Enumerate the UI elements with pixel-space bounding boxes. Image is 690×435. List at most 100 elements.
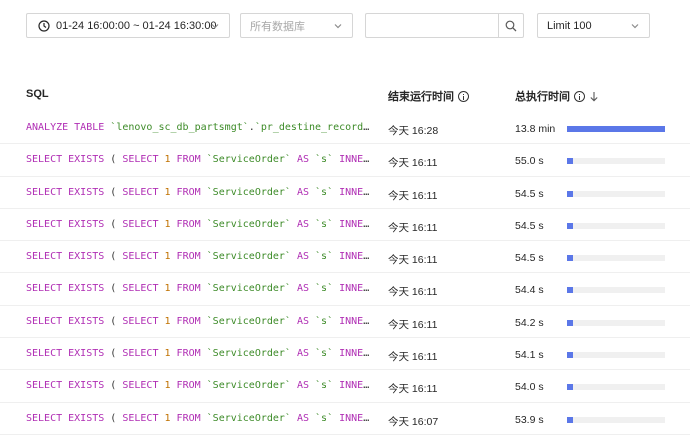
table-row[interactable]: SELECT EXISTS ( SELECT 1 FROM `ServiceOr… — [0, 370, 690, 403]
info-circle-icon[interactable] — [458, 90, 469, 102]
table-row[interactable]: SELECT EXISTS ( SELECT 1 FROM `ServiceOr… — [0, 144, 690, 177]
limit-select[interactable]: Limit 100 — [537, 13, 650, 38]
sql-token: AS — [296, 154, 316, 166]
sql-token: INNER JOIN — [339, 251, 374, 263]
sql-token: SELECT EXISTS — [26, 218, 111, 230]
sql-text[interactable]: SELECT EXISTS ( SELECT 1 FROM `ServiceOr… — [26, 187, 374, 198]
sql-text[interactable]: SELECT EXISTS ( SELECT 1 FROM `ServiceOr… — [26, 154, 374, 165]
sql-token: `s` — [315, 380, 340, 392]
sql-token: INNER JOIN — [339, 412, 374, 424]
sql-token: AS — [296, 218, 316, 230]
duration-bar-track — [567, 158, 665, 165]
duration-cell: 54.4 s — [515, 284, 544, 297]
sql-token: ANALYZE TABLE — [26, 122, 111, 133]
table-header: SQL 结束运行时间 总执行时间 — [0, 88, 690, 106]
table-row[interactable]: SELECT EXISTS ( SELECT 1 FROM `ServiceOr… — [0, 209, 690, 242]
duration-bar-track — [567, 319, 665, 326]
column-header-end-time-label: 结束运行时间 — [388, 91, 454, 103]
duration-bar-track — [567, 126, 665, 132]
sql-token: ( — [110, 380, 123, 392]
sql-token: AS — [296, 315, 316, 327]
search-button[interactable] — [498, 13, 524, 38]
sql-token: INNER JOIN — [339, 218, 374, 230]
sql-token: `lenovo_sc_db_partsmgt` — [110, 122, 249, 133]
duration-cell: 54.1 s — [515, 349, 544, 362]
sql-token: INNER JOIN — [339, 348, 374, 360]
duration-bar-track — [567, 384, 665, 391]
sql-token: SELECT — [122, 218, 165, 230]
column-header-total-duration-label: 总执行时间 — [515, 91, 570, 103]
sql-text[interactable]: SELECT EXISTS ( SELECT 1 FROM `ServiceOr… — [26, 283, 374, 294]
sql-text[interactable]: SELECT EXISTS ( SELECT 1 FROM `ServiceOr… — [26, 413, 374, 424]
sql-token: FROM — [176, 412, 207, 424]
chevron-down-icon — [211, 24, 219, 29]
sql-token: FROM — [176, 186, 207, 198]
end-time-cell: 今天 16:28 — [388, 125, 439, 137]
sql-token: 1 — [164, 283, 177, 295]
arrow-down-icon[interactable] — [589, 91, 599, 102]
sql-token: INNER JOIN — [339, 315, 374, 327]
sql-token: 1 — [164, 380, 177, 392]
table-row[interactable]: SELECT EXISTS ( SELECT 1 FROM `ServiceOr… — [0, 273, 690, 306]
info-circle-icon[interactable] — [574, 90, 585, 102]
duration-bar-fill — [567, 126, 665, 132]
sql-token: `ServiceOrder` — [206, 154, 297, 166]
column-header-total-duration[interactable]: 总执行时间 — [515, 88, 599, 104]
duration-bar-track — [567, 416, 665, 423]
table-row[interactable]: SELECT EXISTS ( SELECT 1 FROM `ServiceOr… — [0, 241, 690, 274]
time-range-picker[interactable]: 01-24 16:00:00 ~ 01-24 16:30:00 — [26, 13, 230, 38]
table-row[interactable]: SELECT EXISTS ( SELECT 1 FROM `ServiceOr… — [0, 306, 690, 339]
sql-token: FROM — [176, 380, 207, 392]
duration-bar-fill — [567, 255, 574, 262]
chevron-down-icon — [334, 24, 342, 29]
sql-token: 1 — [164, 315, 177, 327]
sql-token: `ServiceOrder` — [206, 251, 297, 263]
sql-token: SELECT — [122, 154, 165, 166]
end-time-cell: 今天 16:07 — [388, 415, 439, 428]
table-row[interactable]: ANALYZE TABLE `lenovo_sc_db_partsmgt`.`p… — [0, 112, 690, 145]
table-row[interactable]: SELECT EXISTS ( SELECT 1 FROM `ServiceOr… — [0, 338, 690, 371]
sql-token: SELECT EXISTS — [26, 251, 111, 263]
sql-token: ( — [110, 412, 123, 424]
column-header-sql-label: SQL — [26, 88, 49, 100]
column-header-sql: SQL — [26, 88, 49, 100]
duration-bar-track — [567, 222, 665, 229]
sql-token: SELECT EXISTS — [26, 186, 111, 198]
sql-token: `ServiceOrder` — [206, 412, 297, 424]
sql-token: 1 — [164, 412, 177, 424]
sql-token: INNER JOIN — [339, 186, 374, 198]
duration-bar-track — [567, 287, 665, 294]
database-select[interactable]: 所有数据库 — [240, 13, 353, 38]
end-time-cell: 今天 16:11 — [388, 383, 438, 396]
table-row[interactable]: SELECT EXISTS ( SELECT 1 FROM `ServiceOr… — [0, 403, 690, 435]
sql-text[interactable]: SELECT EXISTS ( SELECT 1 FROM `ServiceOr… — [26, 348, 374, 359]
duration-cell: 54.5 s — [515, 252, 544, 265]
end-time-cell: 今天 16:11 — [388, 351, 438, 364]
sql-token: AS — [296, 412, 316, 424]
duration-bar-fill — [567, 222, 574, 229]
sql-text[interactable]: SELECT EXISTS ( SELECT 1 FROM `ServiceOr… — [26, 219, 374, 230]
sql-token: `ServiceOrder` — [206, 348, 297, 360]
sql-token: `ServiceOrder` — [206, 380, 297, 392]
table-row[interactable]: SELECT EXISTS ( SELECT 1 FROM `ServiceOr… — [0, 177, 690, 209]
duration-cell: 54.5 s — [515, 219, 544, 232]
sql-token: FROM — [176, 348, 207, 360]
sql-token: SELECT EXISTS — [26, 380, 111, 392]
sql-token: ( — [110, 315, 123, 327]
sql-text[interactable]: SELECT EXISTS ( SELECT 1 FROM `ServiceOr… — [26, 251, 374, 262]
sql-text[interactable]: SELECT EXISTS ( SELECT 1 FROM `ServiceOr… — [26, 380, 374, 391]
database-select-placeholder: 所有数据库 — [250, 20, 305, 33]
duration-bar-fill — [567, 352, 574, 359]
table-body: ANALYZE TABLE `lenovo_sc_db_partsmgt`.`p… — [0, 112, 690, 435]
end-time-cell: 今天 16:11 — [388, 286, 438, 299]
search-input[interactable] — [365, 13, 499, 38]
sql-token: 1 — [164, 348, 177, 360]
sql-text[interactable]: SELECT EXISTS ( SELECT 1 FROM `ServiceOr… — [26, 316, 374, 327]
sql-token: `s` — [315, 348, 340, 360]
sql-token: SELECT — [122, 348, 165, 360]
sql-token: `ServiceOrder` — [206, 186, 297, 198]
sql-token: AS — [296, 283, 316, 295]
sql-token: ( — [110, 251, 123, 263]
sql-text[interactable]: ANALYZE TABLE `lenovo_sc_db_partsmgt`.`p… — [26, 122, 374, 133]
duration-cell: 55.0 s — [515, 155, 544, 168]
